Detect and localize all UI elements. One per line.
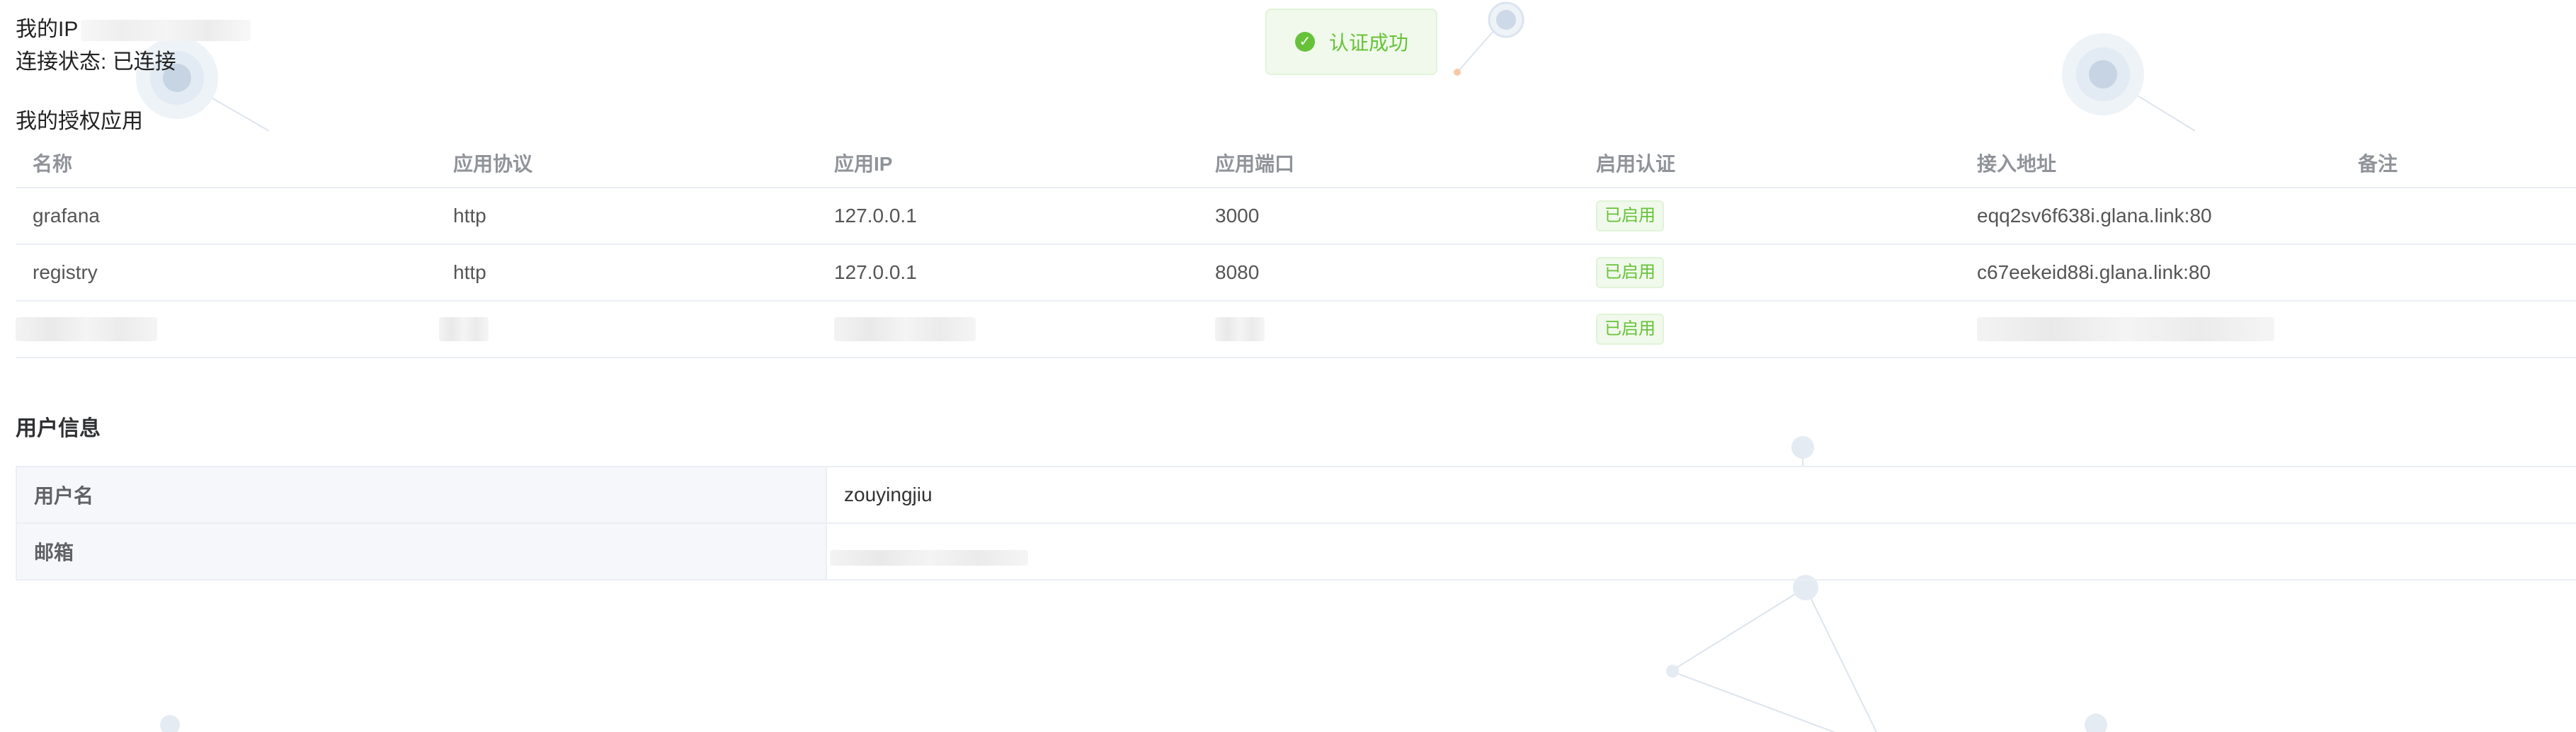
app-name-redacted [16,317,436,342]
app-auth-cell: 已启用 [1579,200,1960,231]
column-header-protocol: 应用协议 [453,153,533,175]
my-ip-line: 我的IP [16,11,251,42]
column-header-port: 应用端口 [1215,153,1295,175]
toast-text: 认证成功 [1329,32,1409,54]
app-ip-redacted [817,317,1198,342]
table-header-row: 名称 应用协议 应用IP 应用端口 启用认证 接入地址 备注 [16,139,2576,188]
auth-enabled-tag: 已启用 [1596,257,1664,288]
user-info-table: 用户名 zouyingjiu 邮箱 [16,466,2576,581]
app-protocol: http [453,261,486,283]
app-name: grafana [33,205,100,227]
username-label: 用户名 [16,467,827,522]
app-address[interactable]: c67eekeid88i.glana.link:80 [1960,261,2341,284]
user-section-title: 用户信息 [16,417,101,440]
column-header-ip: 应用IP [834,153,893,175]
apps-section-title: 我的授权应用 [16,110,143,133]
status-value: 已连接 [112,50,176,74]
network-background [136,1,2196,732]
app-port: 8080 [1215,261,1260,283]
status-label: 连接状态: [16,50,107,74]
user-row-email: 邮箱 [16,524,2576,581]
user-row-username: 用户名 zouyingjiu [16,467,2576,524]
table-row: grafana http 127.0.0.1 3000 已启用 eqq2sv6f… [16,188,2576,245]
app-port: 3000 [1215,205,1260,227]
check-circle-icon: ✓ [1295,32,1315,52]
ip-redacted [81,20,251,42]
email-label: 邮箱 [16,524,827,579]
column-header-name: 名称 [33,153,73,175]
table-row: registry http 127.0.0.1 8080 已启用 c67eeke… [16,245,2576,302]
auth-enabled-tag: 已启用 [1596,314,1664,345]
app-name: registry [33,261,98,283]
column-header-note: 备注 [2358,153,2398,175]
my-ip-label: 我的IP [16,18,79,41]
app-address[interactable]: eqq2sv6f638i.glana.link:80 [1960,205,2341,227]
app-port-redacted [1198,317,1579,342]
table-row: 已启用 [16,302,2576,358]
apps-table: 名称 应用协议 应用IP 应用端口 启用认证 接入地址 备注 grafana h… [16,139,2576,358]
username-value: zouyingjiu [844,484,933,505]
email-value-redacted [827,524,2576,579]
app-protocol-redacted [436,317,817,342]
app-address-redacted [1960,317,2341,342]
app-auth-cell: 已启用 [1579,314,1960,345]
connection-status: 连接状态: 已连接 [16,44,176,75]
success-toast: ✓ 认证成功 [1265,8,1437,75]
app-ip: 127.0.0.1 [834,261,917,283]
column-header-auth: 启用认证 [1596,153,1676,175]
app-auth-cell: 已启用 [1579,257,1960,288]
column-header-address: 接入地址 [1977,153,2057,175]
app-protocol: http [453,205,486,227]
auth-enabled-tag: 已启用 [1596,200,1664,231]
app-ip: 127.0.0.1 [834,205,917,227]
